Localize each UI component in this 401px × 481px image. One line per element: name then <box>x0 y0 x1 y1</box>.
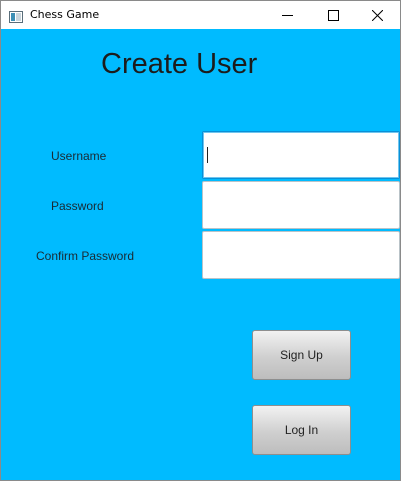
minimize-button[interactable] <box>264 1 310 29</box>
confirm-password-label: Confirm Password <box>36 249 135 263</box>
username-input[interactable] <box>202 131 400 179</box>
maximize-button[interactable] <box>310 1 356 29</box>
close-button[interactable] <box>354 1 400 29</box>
username-label: Username <box>51 149 107 163</box>
confirm-password-input[interactable] <box>202 231 400 279</box>
text-caret <box>207 147 208 163</box>
minimize-icon <box>281 6 293 25</box>
title-bar[interactable]: Chess Game <box>1 1 400 29</box>
app-window: Chess Game Create User Username Password… <box>0 0 401 481</box>
close-icon <box>371 6 383 25</box>
password-input[interactable] <box>202 181 400 229</box>
sign-up-button[interactable]: Sign Up <box>252 330 351 380</box>
password-label: Password <box>51 199 104 213</box>
app-icon <box>9 8 23 23</box>
log-in-button[interactable]: Log In <box>252 405 351 455</box>
create-user-panel: Create User Username Password Confirm Pa… <box>1 29 400 480</box>
page-title: Create User <box>101 48 258 80</box>
window-title: Chess Game <box>30 8 100 21</box>
maximize-icon <box>327 6 339 25</box>
